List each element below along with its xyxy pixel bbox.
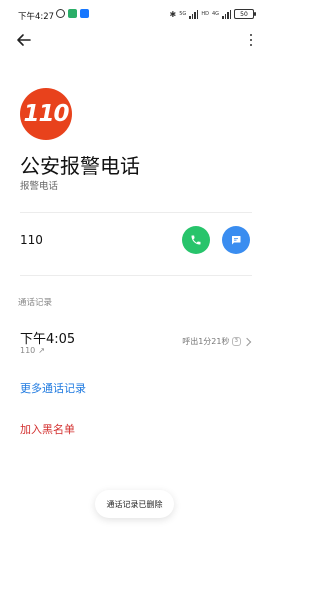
outgoing-call-icon: ↗ [38,346,45,355]
divider [20,212,252,213]
call-log-section-label: 通话记录 [18,298,53,308]
avatar-text: 110 [23,101,69,127]
back-arrow-icon [17,34,31,46]
call-button[interactable] [182,226,210,254]
signal-icon-2 [222,9,231,19]
status-time: 下午4:27 [18,12,55,22]
add-to-blacklist-link[interactable]: 加入黑名单 [20,421,75,437]
back-button[interactable] [13,29,35,51]
call-log-detail: 呼出1分21秒 3 [182,336,252,347]
divider [20,275,252,276]
app-notification-icon [80,9,89,18]
toast-text: 通话记录已删除 [106,499,163,509]
signal-icon [189,9,199,19]
status-bar: 下午4:27 ✱ 5G HD 4G 50 [0,0,270,30]
call-log-number: 110 [20,346,36,355]
phone-number[interactable]: 110 [20,233,43,247]
system-status-icons: ✱ 5G HD 4G 50 [169,9,256,19]
battery-icon: 50 [234,9,256,19]
call-count-badge: 3 [231,337,241,346]
message-button[interactable] [222,226,250,254]
more-call-logs-link[interactable]: 更多通话记录 [20,380,86,396]
alarm-icon [56,9,65,18]
chevron-right-icon [242,337,252,346]
contact-subtitle: 报警电话 [20,181,59,192]
more-vert-icon [249,33,253,37]
toast-message: 通话记录已删除 [95,490,174,518]
message-icon [232,236,241,245]
wechat-icon [68,9,77,18]
network-type-label: 5G [179,11,187,17]
contact-name: 公安报警电话 [20,154,140,178]
call-log-time: 下午4:05 [20,332,76,347]
more-options-button[interactable] [246,30,256,50]
contact-avatar: 110 [20,88,72,140]
phone-icon [191,235,201,245]
call-duration: 呼出1分21秒 [182,337,230,346]
call-log-number-row: 110 ↗ [20,346,45,355]
notification-icons [56,9,89,18]
bluetooth-icon: ✱ [169,9,177,19]
network-type-label-2: 4G [211,11,219,17]
hd-label: HD [201,11,209,17]
